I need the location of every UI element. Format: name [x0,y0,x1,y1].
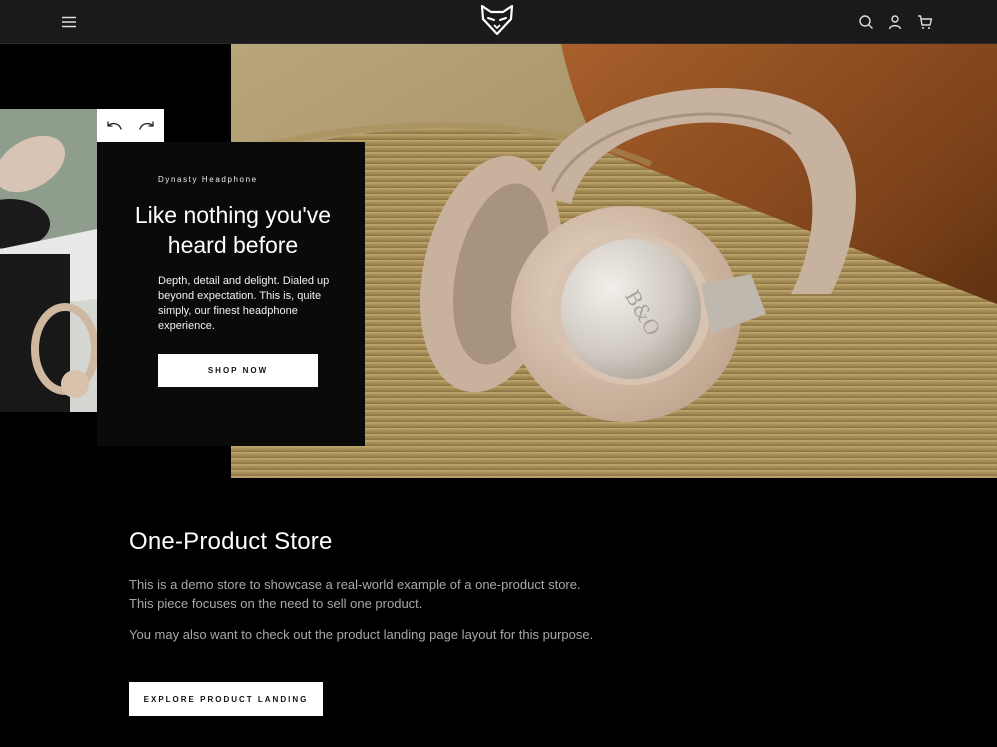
intro-section: One-Product Store This is a demo store t… [129,528,629,644]
explore-product-landing-button[interactable]: EXPLORE PRODUCT LANDING [129,682,323,716]
site-header [0,0,997,44]
hamburger-menu-icon[interactable] [57,10,81,34]
user-icon[interactable] [883,10,907,34]
section-title: One-Product Store [129,528,333,555]
slider-arrows [97,109,164,142]
hero-section: B&O Dynasty Headphone Like nothing you'v… [0,44,997,478]
arrow-left-icon[interactable] [97,109,130,142]
search-icon[interactable] [854,10,878,34]
intro-paragraph-1: This is a demo store to showcase a real-… [129,577,581,611]
intro-paragraph-2: You may also want to check out the produ… [129,627,594,642]
hero-text-card: Dynasty Headphone Like nothing you've he… [97,142,365,446]
shop-now-button[interactable]: SHOP NOW [158,354,318,387]
hero-title: Like nothing you've heard before [134,202,332,258]
cart-icon[interactable] [913,10,937,34]
hero-description: Depth, detail and delight. Dialed up bey… [158,275,330,332]
arrow-right-icon[interactable] [130,109,163,142]
hero-eyebrow: Dynasty Headphone [158,175,258,184]
previous-slide-thumbnail[interactable] [0,109,97,412]
fox-logo-icon[interactable] [479,3,515,37]
